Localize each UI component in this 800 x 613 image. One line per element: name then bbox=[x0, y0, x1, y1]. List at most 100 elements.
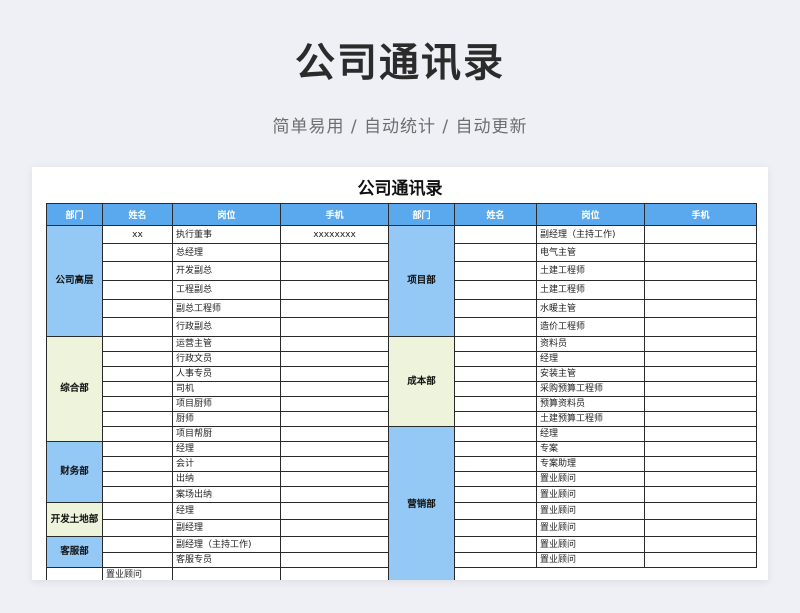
position-cell[interactable]: 行政副总 bbox=[172, 317, 281, 337]
phone-cell[interactable] bbox=[280, 471, 389, 487]
phone-cell[interactable] bbox=[644, 396, 757, 412]
department-cell[interactable]: 营销部 bbox=[388, 426, 455, 580]
name-cell[interactable] bbox=[46, 567, 103, 580]
phone-cell[interactable] bbox=[644, 426, 757, 442]
position-cell[interactable]: 专案 bbox=[536, 441, 645, 457]
position-cell[interactable]: 厨师 bbox=[172, 411, 281, 427]
position-cell[interactable]: 预算资料员 bbox=[536, 396, 645, 412]
phone-cell[interactable] bbox=[172, 567, 281, 580]
position-cell[interactable]: 采购预算工程师 bbox=[536, 381, 645, 397]
name-cell[interactable] bbox=[454, 396, 537, 412]
position-cell[interactable]: 副经理 bbox=[172, 519, 281, 537]
position-cell[interactable]: 运营主管 bbox=[172, 336, 281, 352]
name-cell[interactable] bbox=[454, 261, 537, 281]
phone-cell[interactable] bbox=[280, 243, 389, 262]
name-cell[interactable] bbox=[102, 261, 173, 281]
phone-cell[interactable] bbox=[280, 441, 389, 457]
header-cell[interactable]: 姓名 bbox=[102, 203, 173, 226]
name-cell[interactable] bbox=[102, 411, 173, 427]
header-cell[interactable]: 部门 bbox=[46, 203, 103, 226]
position-cell[interactable]: 工程副总 bbox=[172, 280, 281, 300]
position-cell[interactable]: 副经理（主持工作) bbox=[536, 225, 645, 244]
phone-cell[interactable] bbox=[280, 351, 389, 367]
position-cell[interactable]: 水暖主管 bbox=[536, 299, 645, 318]
name-cell[interactable] bbox=[454, 243, 537, 262]
department-cell[interactable]: 项目部 bbox=[388, 225, 455, 337]
name-cell[interactable] bbox=[102, 426, 173, 442]
name-cell[interactable] bbox=[454, 552, 537, 568]
name-cell[interactable] bbox=[454, 426, 537, 442]
name-cell[interactable] bbox=[454, 441, 537, 457]
header-cell[interactable]: 姓名 bbox=[454, 203, 537, 226]
phone-cell[interactable] bbox=[644, 317, 757, 337]
name-cell[interactable] bbox=[454, 317, 537, 337]
position-cell[interactable]: 副经理（主持工作) bbox=[172, 536, 281, 553]
name-cell[interactable] bbox=[454, 456, 537, 472]
phone-cell[interactable] bbox=[644, 486, 757, 503]
position-cell[interactable]: 司机 bbox=[172, 381, 281, 397]
phone-cell[interactable] bbox=[280, 299, 389, 318]
position-cell[interactable]: 经理 bbox=[172, 441, 281, 457]
phone-cell[interactable] bbox=[280, 381, 389, 397]
name-cell[interactable] bbox=[102, 486, 173, 503]
phone-cell[interactable] bbox=[280, 426, 389, 442]
position-cell[interactable]: 总经理 bbox=[172, 243, 281, 262]
name-cell[interactable] bbox=[454, 519, 537, 537]
position-cell[interactable]: 经理 bbox=[536, 426, 645, 442]
phone-cell[interactable] bbox=[280, 317, 389, 337]
position-cell[interactable]: 执行董事 bbox=[172, 225, 281, 244]
header-cell[interactable]: 手机 bbox=[280, 203, 389, 226]
name-cell[interactable] bbox=[454, 486, 537, 503]
phone-cell[interactable] bbox=[280, 396, 389, 412]
phone-cell[interactable] bbox=[280, 280, 389, 300]
phone-cell[interactable] bbox=[280, 486, 389, 503]
position-cell[interactable]: 经理 bbox=[536, 351, 645, 367]
position-cell[interactable]: 经理 bbox=[172, 502, 281, 520]
name-cell[interactable] bbox=[102, 552, 173, 568]
phone-cell[interactable] bbox=[644, 366, 757, 382]
position-cell[interactable]: 客服专员 bbox=[172, 552, 281, 568]
name-cell[interactable] bbox=[102, 243, 173, 262]
phone-cell[interactable] bbox=[280, 502, 389, 520]
position-cell[interactable]: 会计 bbox=[172, 456, 281, 472]
position-cell[interactable]: 项目帮厨 bbox=[172, 426, 281, 442]
name-cell[interactable] bbox=[102, 519, 173, 537]
phone-cell[interactable] bbox=[644, 471, 757, 487]
department-cell[interactable]: 财务部 bbox=[46, 441, 103, 503]
position-cell[interactable]: 土建预算工程师 bbox=[536, 411, 645, 427]
name-cell[interactable] bbox=[102, 317, 173, 337]
name-cell[interactable] bbox=[102, 366, 173, 382]
name-cell[interactable] bbox=[454, 299, 537, 318]
name-cell[interactable] bbox=[102, 336, 173, 352]
name-cell[interactable] bbox=[454, 366, 537, 382]
phone-cell[interactable] bbox=[644, 552, 757, 568]
phone-cell[interactable] bbox=[644, 299, 757, 318]
position-cell[interactable]: 土建工程师 bbox=[536, 280, 645, 300]
position-cell[interactable]: 置业顾问 bbox=[536, 486, 645, 503]
position-cell[interactable]: 置业顾问 bbox=[536, 536, 645, 553]
position-cell[interactable]: 造价工程师 bbox=[536, 317, 645, 337]
phone-cell[interactable] bbox=[644, 336, 757, 352]
name-cell[interactable] bbox=[102, 441, 173, 457]
name-cell[interactable] bbox=[102, 456, 173, 472]
name-cell[interactable] bbox=[454, 225, 537, 244]
phone-cell[interactable] bbox=[280, 336, 389, 352]
name-cell[interactable] bbox=[454, 381, 537, 397]
department-cell[interactable]: 成本部 bbox=[388, 336, 455, 427]
name-cell[interactable] bbox=[102, 351, 173, 367]
name-cell[interactable] bbox=[102, 299, 173, 318]
position-cell[interactable]: 置业顾问 bbox=[536, 471, 645, 487]
header-cell[interactable]: 手机 bbox=[644, 203, 757, 226]
name-cell[interactable]: xx bbox=[102, 225, 173, 244]
name-cell[interactable] bbox=[102, 502, 173, 520]
position-cell[interactable]: 专案助理 bbox=[536, 456, 645, 472]
position-cell[interactable]: 电气主管 bbox=[536, 243, 645, 262]
phone-cell[interactable] bbox=[644, 456, 757, 472]
name-cell[interactable] bbox=[454, 351, 537, 367]
name-cell[interactable] bbox=[102, 381, 173, 397]
position-cell[interactable]: 置业顾问 bbox=[536, 552, 645, 568]
phone-cell[interactable] bbox=[644, 411, 757, 427]
position-cell[interactable]: 开发副总 bbox=[172, 261, 281, 281]
name-cell[interactable] bbox=[454, 411, 537, 427]
phone-cell[interactable] bbox=[644, 351, 757, 367]
